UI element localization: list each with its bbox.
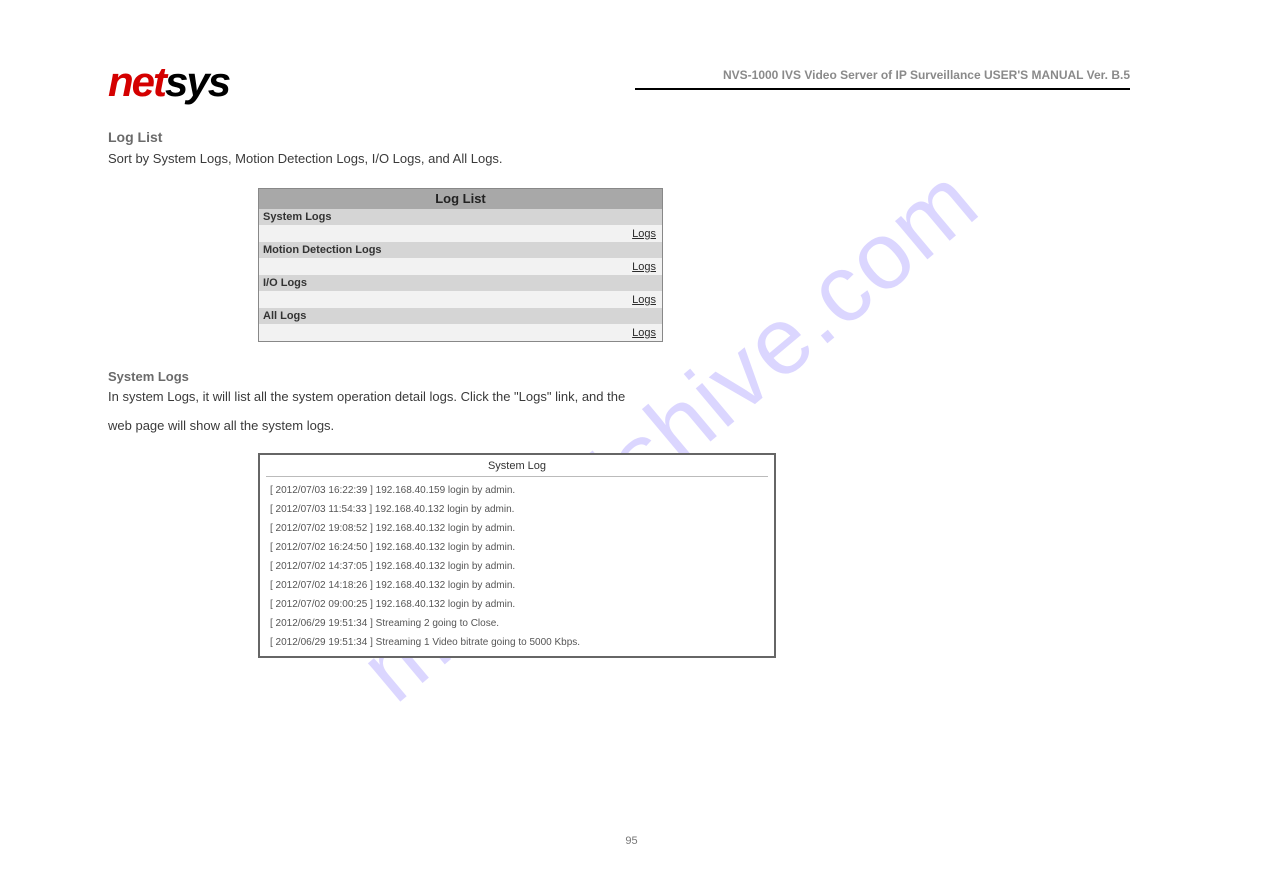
log-list-title: Log List: [259, 189, 662, 209]
page: manualshive.com netsys NVS-1000 IVS Vide…: [0, 0, 1263, 893]
log-line: [ 2012/07/03 16:22:39 ] 192.168.40.159 l…: [270, 481, 764, 500]
subsection-block: System Logs In system Logs, it will list…: [108, 368, 1118, 406]
log-linkrow-system: Logs: [259, 225, 662, 242]
log-linkrow-motion: Logs: [259, 258, 662, 275]
manual-title-block: NVS-1000 IVS Video Server of IP Surveill…: [635, 68, 1130, 96]
log-line: [ 2012/07/02 16:24:50 ] 192.168.40.132 l…: [270, 538, 764, 557]
log-category-all: All Logs: [259, 308, 662, 324]
system-log-body: [ 2012/07/03 16:22:39 ] 192.168.40.159 l…: [260, 477, 774, 656]
log-list-panel: Log List System Logs Logs Motion Detecti…: [258, 188, 663, 342]
logs-link-motion[interactable]: Logs: [632, 261, 656, 273]
system-log-title: System Log: [266, 457, 768, 477]
title-divider: [635, 88, 1130, 90]
log-line: [ 2012/07/02 09:00:25 ] 192.168.40.132 l…: [270, 595, 764, 614]
logs-link-io[interactable]: Logs: [632, 294, 656, 306]
log-line: [ 2012/07/03 11:54:33 ] 192.168.40.132 l…: [270, 500, 764, 519]
system-log-panel: System Log [ 2012/07/03 16:22:39 ] 192.1…: [258, 453, 776, 658]
page-number: 95: [0, 835, 1263, 847]
subsection-text: In system Logs, it will list all the sys…: [108, 389, 625, 404]
logs-link-system[interactable]: Logs: [632, 228, 656, 240]
log-line: [ 2012/06/29 19:51:34 ] Streaming 2 goin…: [270, 614, 764, 633]
log-category-system: System Logs: [259, 209, 662, 225]
log-category-io: I/O Logs: [259, 275, 662, 291]
log-line: [ 2012/06/29 19:51:34 ] Streaming 1 Vide…: [270, 633, 764, 652]
logo-sys: sys: [165, 58, 229, 105]
section-intro-text: Sort by System Logs, Motion Detection Lo…: [108, 151, 503, 166]
logs-link-all[interactable]: Logs: [632, 327, 656, 339]
logo-net: net: [108, 58, 165, 105]
log-category-motion: Motion Detection Logs: [259, 242, 662, 258]
log-line: [ 2012/07/02 14:18:26 ] 192.168.40.132 l…: [270, 576, 764, 595]
log-line: [ 2012/07/02 19:08:52 ] 192.168.40.132 l…: [270, 519, 764, 538]
subsection-text2: web page will show all the system logs.: [108, 418, 1118, 433]
section-heading: Log List: [108, 128, 1118, 146]
log-linkrow-io: Logs: [259, 291, 662, 308]
log-linkrow-all: Logs: [259, 324, 662, 341]
manual-title: NVS-1000 IVS Video Server of IP Surveill…: [635, 68, 1130, 82]
log-line: [ 2012/07/02 14:37:05 ] 192.168.40.132 l…: [270, 557, 764, 576]
brand-logo: netsys: [108, 58, 229, 106]
subsection-heading: System Logs: [108, 368, 1118, 386]
section-intro: Log List Sort by System Logs, Motion Det…: [108, 128, 1118, 168]
